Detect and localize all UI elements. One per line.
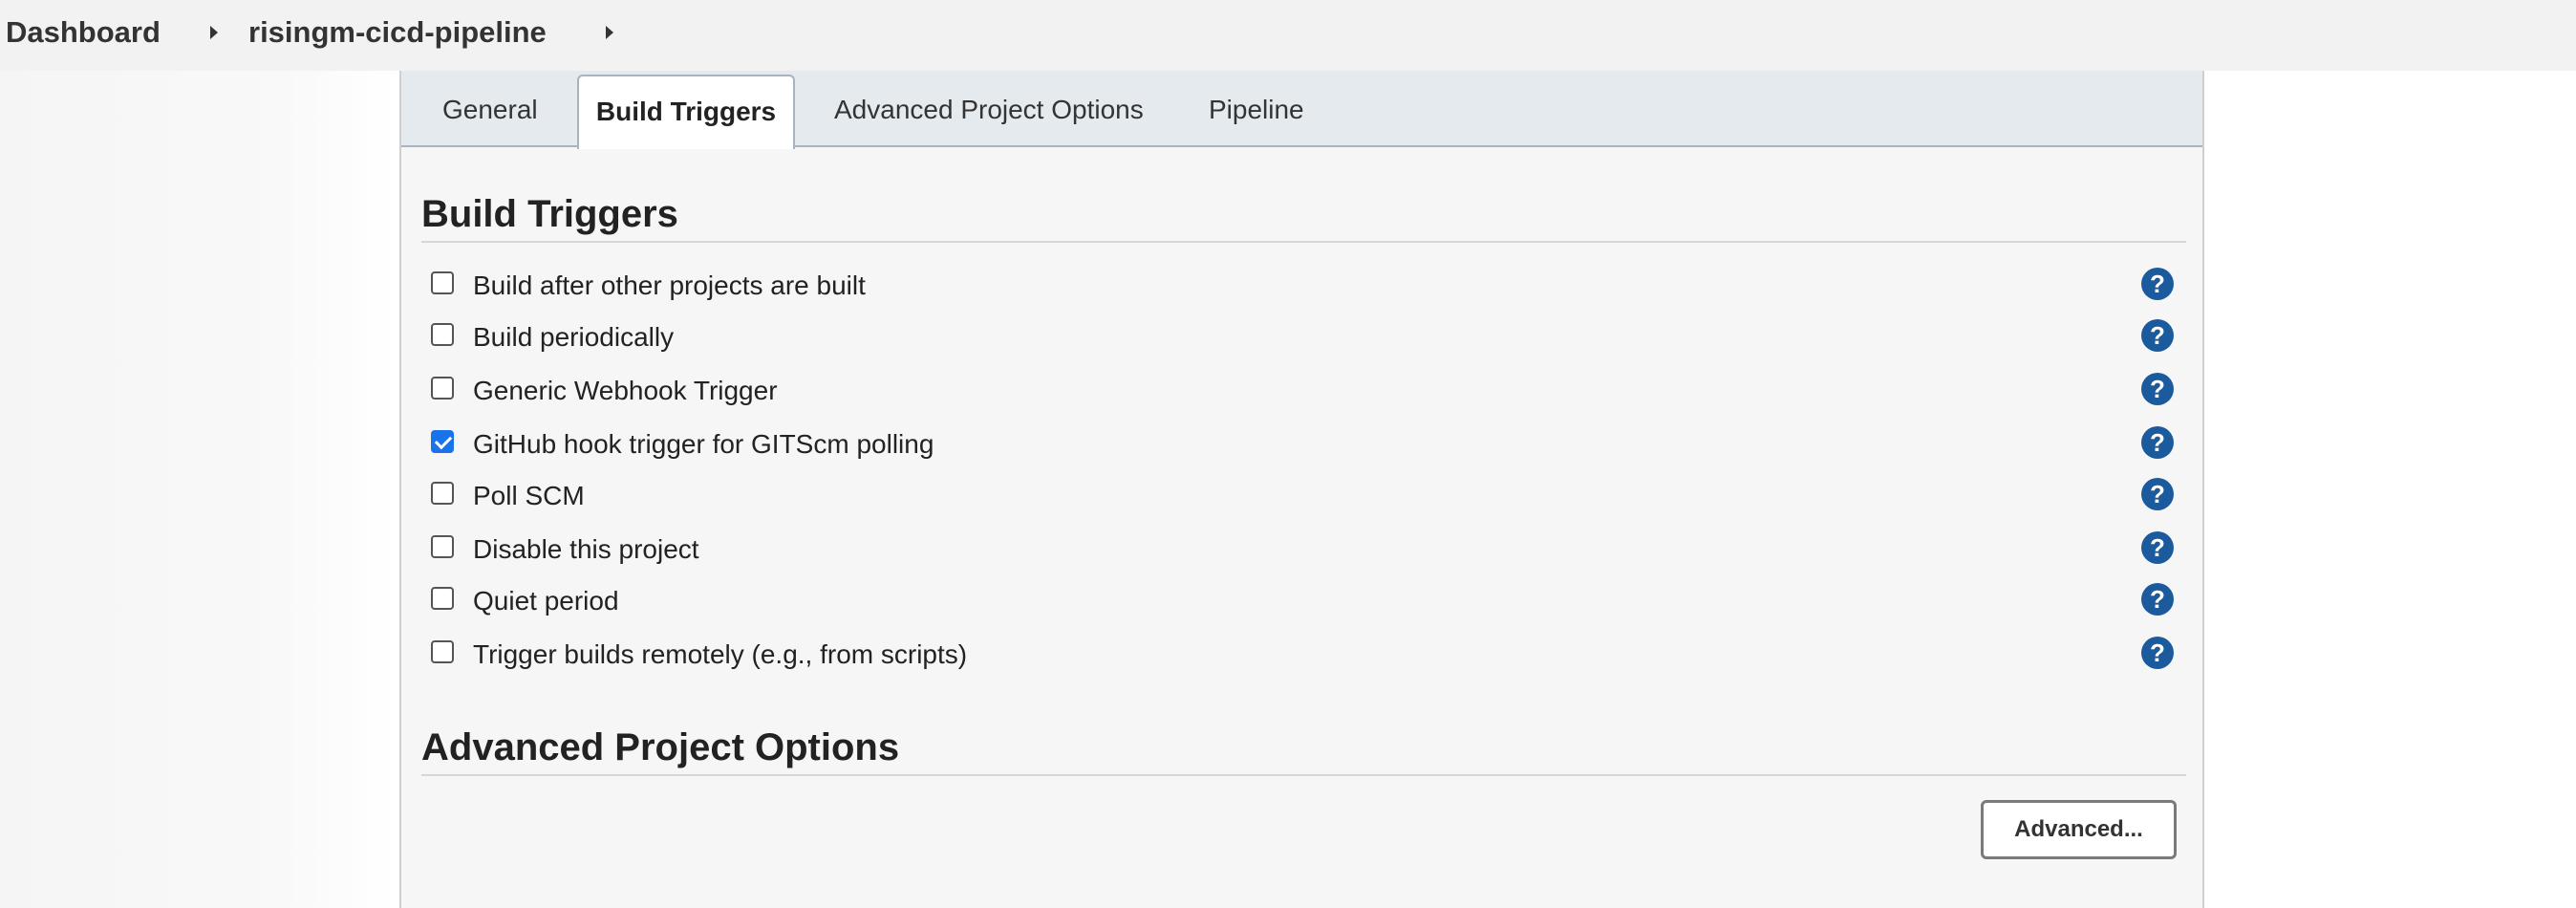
- trigger-row-github-hook: GitHub hook trigger for GITScm polling ?: [401, 422, 2202, 469]
- section-divider: [421, 774, 2186, 776]
- trigger-row-poll-scm: Poll SCM ?: [401, 473, 2202, 521]
- help-icon[interactable]: ?: [2141, 268, 2174, 300]
- checkbox-disable-project[interactable]: [431, 535, 454, 558]
- checkbox-poll-scm[interactable]: [431, 482, 454, 505]
- help-icon[interactable]: ?: [2141, 531, 2174, 564]
- trigger-row-build-periodically: Build periodically ?: [401, 314, 2202, 362]
- breadcrumb-dashboard[interactable]: Dashboard: [6, 13, 161, 52]
- tab-strip: General Build Triggers Advanced Project …: [401, 71, 2202, 149]
- section-divider: [421, 241, 2186, 243]
- checkbox-quiet-period[interactable]: [431, 587, 454, 610]
- trigger-label[interactable]: Build after other projects are built: [473, 267, 866, 305]
- trigger-label[interactable]: Disable this project: [473, 530, 699, 569]
- breadcrumb: Dashboard risingm-cicd-pipeline: [0, 0, 2576, 71]
- help-icon[interactable]: ?: [2141, 637, 2174, 669]
- trigger-label[interactable]: Trigger builds remotely (e.g., from scri…: [473, 636, 967, 674]
- tab-pipeline[interactable]: Pipeline: [1209, 90, 1304, 130]
- trigger-row-trigger-remotely: Trigger builds remotely (e.g., from scri…: [401, 632, 2202, 680]
- chevron-right-icon[interactable]: [606, 26, 613, 39]
- checkbox-github-hook[interactable]: [431, 430, 454, 453]
- checkbox-generic-webhook[interactable]: [431, 377, 454, 400]
- help-icon[interactable]: ?: [2141, 319, 2174, 352]
- trigger-label[interactable]: Poll SCM: [473, 477, 585, 515]
- trigger-label[interactable]: Quiet period: [473, 582, 619, 620]
- help-icon[interactable]: ?: [2141, 478, 2174, 510]
- trigger-row-disable-project: Disable this project ?: [401, 527, 2202, 574]
- trigger-label[interactable]: Build periodically: [473, 318, 674, 357]
- build-triggers-heading: Build Triggers: [421, 193, 678, 235]
- trigger-row-quiet-period: Quiet period ?: [401, 578, 2202, 626]
- help-icon[interactable]: ?: [2141, 583, 2174, 616]
- checkbox-trigger-remotely[interactable]: [431, 640, 454, 663]
- tab-build-triggers[interactable]: Build Triggers: [577, 75, 795, 149]
- help-icon[interactable]: ?: [2141, 373, 2174, 405]
- tab-advanced-project-options[interactable]: Advanced Project Options: [834, 90, 1144, 130]
- trigger-row-build-after-other-projects: Build after other projects are built ?: [401, 263, 2202, 311]
- chevron-right-icon[interactable]: [210, 26, 218, 39]
- help-icon[interactable]: ?: [2141, 426, 2174, 459]
- trigger-row-generic-webhook: Generic Webhook Trigger ?: [401, 368, 2202, 416]
- left-gutter: [0, 71, 399, 908]
- trigger-label[interactable]: Generic Webhook Trigger: [473, 372, 778, 410]
- tab-general[interactable]: General: [442, 90, 538, 130]
- checkbox-build-periodically[interactable]: [431, 323, 454, 346]
- trigger-label[interactable]: GitHub hook trigger for GITScm polling: [473, 425, 934, 464]
- breadcrumb-project[interactable]: risingm-cicd-pipeline: [248, 13, 547, 52]
- advanced-project-options-heading: Advanced Project Options: [421, 726, 900, 768]
- advanced-button[interactable]: Advanced...: [1981, 800, 2177, 859]
- checkbox-build-after-other-projects[interactable]: [431, 271, 454, 294]
- config-panel: General Build Triggers Advanced Project …: [399, 71, 2204, 908]
